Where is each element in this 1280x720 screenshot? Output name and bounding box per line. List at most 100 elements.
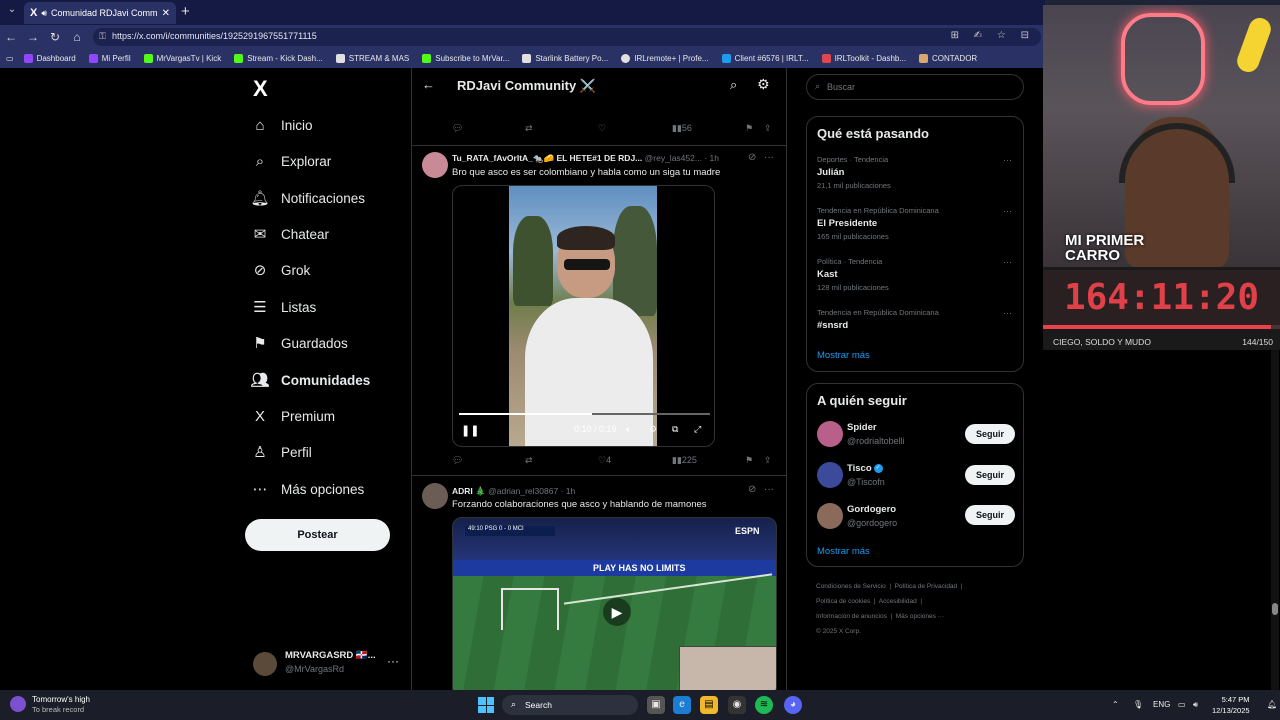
video-player[interactable]: ❚❚ 0:10 / 0:19 🔈︎ ⚙ ⧉ ⤢: [452, 185, 715, 447]
nav-communities[interactable]: 👥︎ Comunidades: [245, 364, 370, 396]
share-icon[interactable]: ⇪: [764, 455, 772, 466]
repost-icon[interactable]: ⇄: [525, 123, 533, 134]
post-button[interactable]: Postear: [245, 519, 390, 551]
nav-grok[interactable]: ⊘ Grok: [245, 254, 311, 286]
language-indicator[interactable]: ENG: [1153, 700, 1170, 709]
nav-more-options[interactable]: ⋯ Más opciones: [245, 473, 365, 505]
address-actions[interactable]: ⊞ ✍ ☆ ⊟: [951, 30, 1035, 41]
nav-home[interactable]: ⌂ Inicio: [245, 109, 312, 141]
back-arrow-icon[interactable]: ←: [422, 77, 435, 92]
show-more-link[interactable]: Mostrar más: [817, 350, 870, 361]
more-icon[interactable]: ···: [764, 484, 774, 495]
reload-button[interactable]: ↻: [44, 30, 66, 44]
footer-link[interactable]: Condiciones de Servicio: [816, 583, 886, 590]
video-player[interactable]: PLAY HAS NO LIMITS 49:10 PSG 0 - 0 MCI E…: [452, 517, 777, 690]
pip-icon[interactable]: ⧉: [672, 424, 678, 435]
edge-icon[interactable]: e: [673, 696, 691, 714]
views-icon[interactable]: ▮▮ 225: [672, 455, 697, 466]
audio-playing-icon[interactable]: 🔊︎: [41, 8, 47, 19]
discord-icon[interactable]: ◕: [784, 696, 802, 714]
volume-icon[interactable]: 🔊︎: [1193, 700, 1198, 710]
more-icon[interactable]: ···: [764, 152, 774, 163]
follow-button[interactable]: Seguir: [965, 465, 1015, 485]
share-icon[interactable]: ⇪: [764, 123, 772, 134]
footer-link[interactable]: Más opciones ···: [896, 613, 944, 620]
tab-list-icon[interactable]: ⌄: [4, 4, 20, 20]
bookmark-item[interactable]: Starlink Battery Po...: [522, 54, 608, 63]
bookmark-item[interactable]: IRLToolkit - Dashb...: [821, 54, 906, 63]
footer-link[interactable]: Política de Privacidad: [895, 583, 958, 590]
video-progress-bar[interactable]: [459, 413, 710, 415]
bookmark-item[interactable]: Stream - Kick Dash...: [234, 54, 323, 63]
forward-button[interactable]: →: [22, 30, 44, 44]
nav-explore[interactable]: ⌕ Explorar: [245, 145, 331, 177]
follow-button[interactable]: Seguir: [965, 505, 1015, 525]
show-more-link[interactable]: Mostrar más: [817, 546, 870, 557]
bookmark-item[interactable]: CONTADOR: [919, 54, 977, 63]
nav-lists[interactable]: ☰ Listas: [245, 291, 316, 323]
more-icon[interactable]: ···: [387, 654, 399, 668]
avatar[interactable]: [817, 421, 843, 447]
more-icon[interactable]: ···: [1003, 155, 1012, 165]
footer-link[interactable]: Información de anuncios: [816, 613, 887, 620]
footer-link[interactable]: Política de cookies: [816, 598, 870, 605]
avatar[interactable]: [817, 462, 843, 488]
reply-icon[interactable]: 💬︎: [452, 123, 463, 134]
like-icon[interactable]: ♡ 4: [598, 455, 611, 466]
nav-notifications[interactable]: 🔔︎ Notificaciones: [245, 182, 365, 214]
bookmark-item[interactable]: STREAM & MAS: [335, 54, 409, 63]
new-tab-button[interactable]: +: [181, 3, 190, 20]
back-button[interactable]: ←: [0, 30, 22, 44]
avatar[interactable]: [422, 152, 448, 178]
volume-icon[interactable]: 🔈︎: [626, 424, 631, 435]
bookmark-icon[interactable]: ⚑: [745, 455, 753, 466]
spotify-icon[interactable]: ≋: [755, 696, 773, 714]
search-input[interactable]: ⌕ Buscar: [806, 74, 1024, 100]
bookmark-item[interactable]: Mi Perfil: [88, 54, 131, 63]
post-time[interactable]: · 1h: [561, 486, 576, 496]
task-view-icon[interactable]: ▣: [647, 696, 665, 714]
scrollbar-thumb[interactable]: [1272, 603, 1278, 615]
search-icon[interactable]: ⌕: [730, 77, 737, 93]
fullscreen-icon[interactable]: ⤢: [694, 424, 701, 435]
obs-icon[interactable]: ◉: [728, 696, 746, 714]
account-switcher[interactable]: MRVARGASRD 🇩🇴... @MrVargasRd ···: [253, 648, 413, 678]
bookmark-item[interactable]: IRLremote+ | Profe...: [621, 54, 709, 63]
nav-premium[interactable]: X Premium: [245, 400, 335, 432]
grok-icon[interactable]: ⊘: [748, 152, 756, 163]
author-handle[interactable]: @adrian_rel30867: [488, 486, 558, 496]
bookmark-item[interactable]: Dashboard: [23, 54, 76, 63]
mic-icon[interactable]: 🎙︎: [1133, 700, 1143, 709]
more-icon[interactable]: ···: [1003, 308, 1012, 318]
author-handle[interactable]: @rey_las452...: [645, 153, 702, 163]
avatar[interactable]: [422, 483, 448, 509]
views-icon[interactable]: ▮▮ 56: [672, 123, 692, 134]
windows-start-icon[interactable]: [478, 697, 494, 713]
nav-profile[interactable]: ♙ Perfil: [245, 436, 312, 468]
follow-button[interactable]: Seguir: [965, 424, 1015, 444]
active-tab[interactable]: X 🔊︎ Comunidad RDJavi Communi ✕: [24, 2, 176, 24]
settings-icon[interactable]: ⚙: [649, 424, 657, 435]
footer-link[interactable]: Accesibilidad: [879, 598, 917, 605]
grok-icon[interactable]: ⊘: [748, 484, 756, 495]
bookmark-item[interactable]: Client #6576 | IRLT...: [721, 54, 809, 63]
pause-icon[interactable]: ❚❚: [461, 424, 479, 437]
bookmark-item[interactable]: MrVargasTv | Kick: [143, 54, 221, 63]
bookmark-item[interactable]: Subscribe to MrVar...: [422, 54, 509, 63]
home-button[interactable]: ⌂: [66, 30, 88, 44]
close-tab-icon[interactable]: ✕: [162, 8, 170, 19]
author-name[interactable]: Tu_RATA_fAvOrItA_🐀🧀 EL HETE#1 DE RDJ...: [452, 153, 642, 163]
more-icon[interactable]: ···: [1003, 257, 1012, 267]
x-logo-icon[interactable]: X: [253, 76, 268, 102]
bookmarks-menu-icon[interactable]: ▭: [6, 54, 14, 63]
reply-icon[interactable]: 💬︎: [452, 455, 463, 466]
avatar[interactable]: [817, 503, 843, 529]
more-icon[interactable]: ···: [1003, 206, 1012, 216]
repost-icon[interactable]: ⇄: [525, 455, 533, 466]
post-time[interactable]: · 1h: [704, 153, 719, 163]
nav-chat[interactable]: ✉ Chatear: [245, 218, 329, 250]
file-explorer-icon[interactable]: ▤: [700, 696, 718, 714]
nav-bookmarks[interactable]: ⚑ Guardados: [245, 327, 348, 359]
network-icon[interactable]: ▭: [1178, 700, 1186, 709]
address-bar[interactable]: ⚿ https://x.com/i/communities/1925291967…: [93, 28, 1041, 46]
